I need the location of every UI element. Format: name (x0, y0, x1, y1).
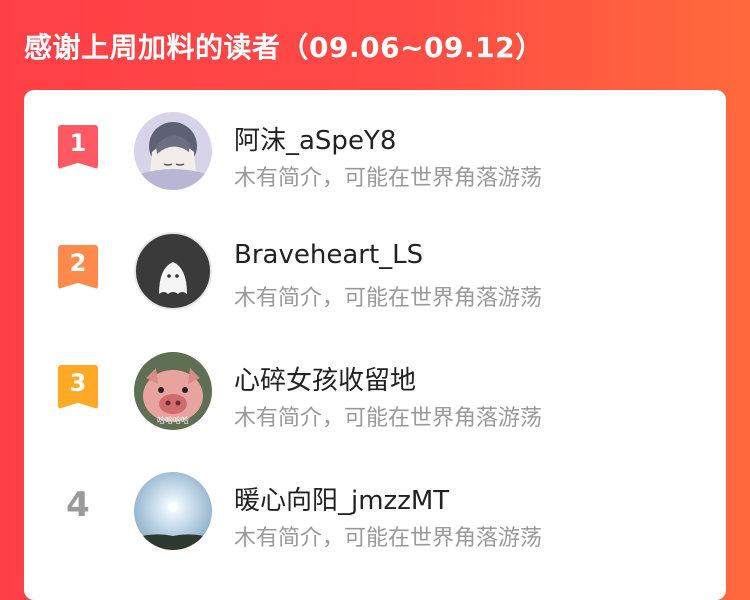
reader-bio: 木有简介，可能在世界角落游荡 (234, 166, 543, 191)
rank-1-ribbon: 1 (58, 125, 98, 169)
rank-number: 3 (69, 369, 87, 397)
rank-3-ribbon: 3 (58, 365, 98, 409)
reader-list-card: 1 阿沫_aSpeY8 木有简介，可能在世界角落游荡 2 Braveheart_… (24, 90, 726, 600)
rank-number: 4 (66, 485, 90, 525)
reader-row-3[interactable]: 3 哈哈哈哈 心碎女孩收留地 木有简介，可能在世界角落游荡 (24, 330, 726, 440)
reader-bio: 木有简介，可能在世界角落游荡 (234, 526, 543, 551)
avatar[interactable]: 哈哈哈哈 (134, 352, 212, 430)
avatar[interactable] (134, 232, 212, 310)
page-header-title: 感谢上周加料的读者（09.06~09.12） (24, 31, 544, 64)
rank-number: 1 (69, 129, 87, 157)
sun-sky-avatar-icon (134, 472, 212, 550)
reader-name[interactable]: 暖心向阳_jmzzMT (234, 480, 449, 517)
reader-bio: 木有简介，可能在世界角落游荡 (234, 406, 543, 431)
reader-row-2[interactable]: 2 Braveheart_LS 木有简介，可能在世界角落游荡 (24, 210, 726, 320)
pig-avatar-icon: 哈哈哈哈 (134, 352, 212, 430)
avatar[interactable] (134, 112, 212, 190)
reader-name[interactable]: 阿沫_aSpeY8 (234, 120, 396, 157)
reader-name[interactable]: Braveheart_LS (234, 240, 423, 270)
avatar[interactable] (134, 472, 212, 550)
ghost-avatar-icon (134, 232, 212, 310)
reader-name[interactable]: 心碎女孩收留地 (234, 360, 416, 397)
rank-number: 2 (69, 249, 87, 277)
reader-row-1[interactable]: 1 阿沫_aSpeY8 木有简介，可能在世界角落游荡 (24, 90, 726, 200)
avatar-caption: 哈哈哈哈 (157, 415, 189, 425)
reader-bio: 木有简介，可能在世界角落游荡 (234, 286, 543, 311)
reader-row-4[interactable]: 4 暖心向阳_jmzzMT 木有简介，可能在世界角落游荡 (24, 450, 726, 560)
anime-avatar-icon (134, 112, 212, 190)
rank-2-ribbon: 2 (58, 245, 98, 289)
